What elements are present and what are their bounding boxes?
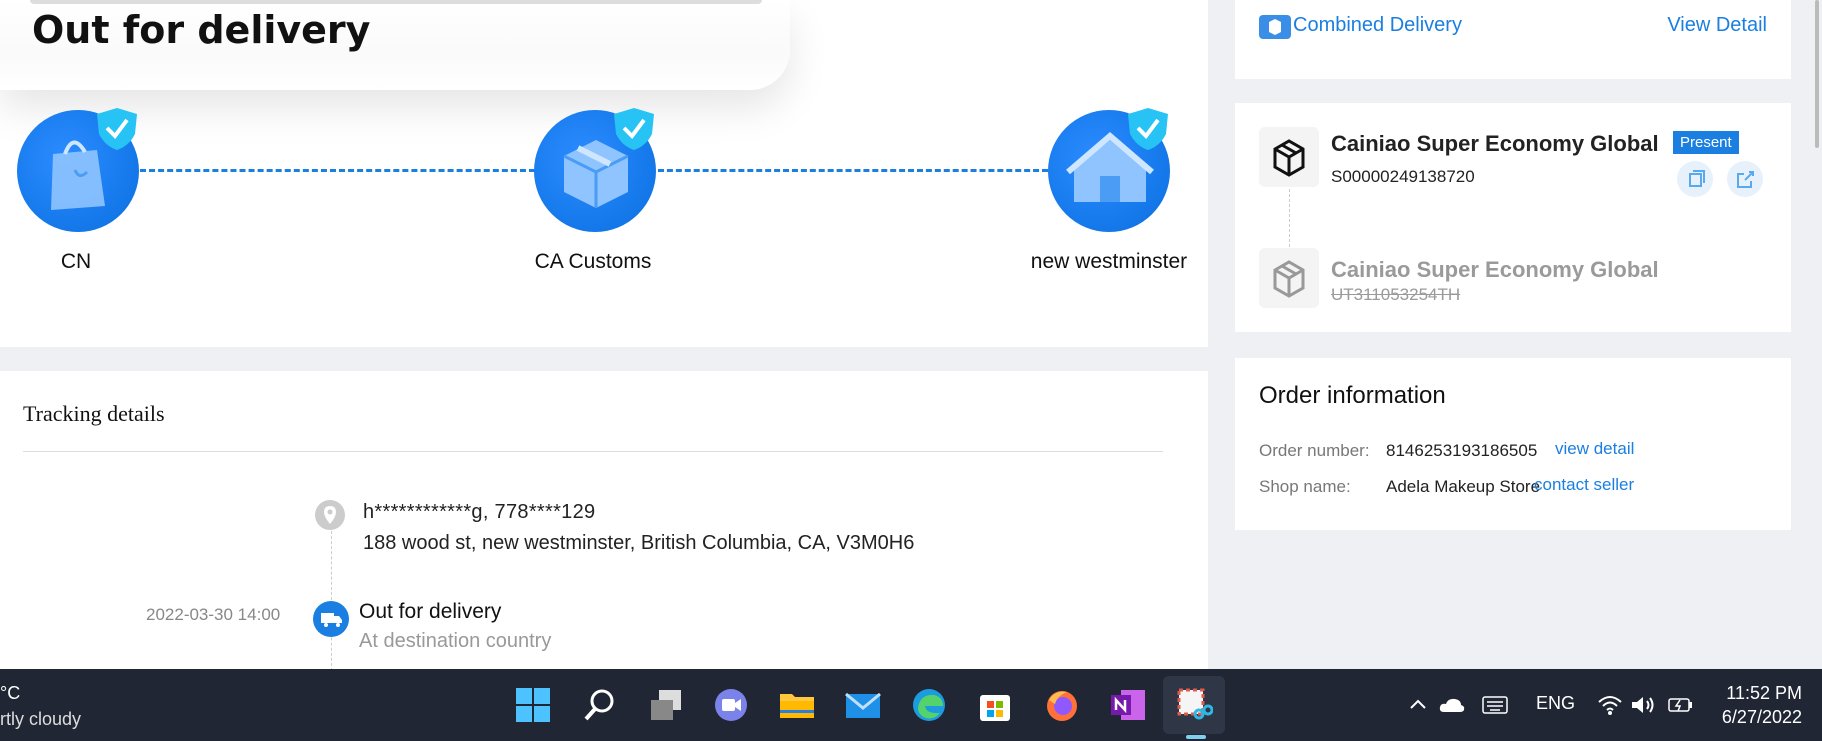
task-view-icon[interactable] <box>647 686 685 724</box>
truck-icon <box>313 601 349 637</box>
stage-label: new westminster <box>1030 250 1188 273</box>
combined-delivery-label[interactable]: Combined Delivery <box>1293 14 1462 37</box>
clock-date: 6/27/2022 <box>1721 707 1802 727</box>
shop-name-label: Shop name: <box>1259 477 1351 496</box>
weather-description[interactable]: rtly cloudy <box>0 709 81 730</box>
battery-charging-icon[interactable] <box>1668 696 1694 719</box>
onenote-icon[interactable] <box>1109 686 1147 724</box>
keyboard-icon[interactable] <box>1482 696 1508 719</box>
contact-seller-link[interactable]: contact seller <box>1534 475 1634 495</box>
verified-shield-icon <box>1128 108 1168 150</box>
package-icon <box>1259 248 1319 308</box>
shop-name[interactable]: Adela Makeup Store <box>1386 477 1540 497</box>
event-subtitle: At destination country <box>359 630 552 652</box>
taskbar: °C rtly cloudy ENG 11:52 PM 6/27/2022 <box>0 669 1822 741</box>
wifi-icon[interactable] <box>1597 694 1623 721</box>
event-time: 2022-03-30 14:00 <box>146 605 281 624</box>
recipient-contact: h************g, 778****129 <box>363 501 596 523</box>
verified-shield-icon <box>97 108 137 150</box>
carrier-connector <box>1289 189 1290 247</box>
tracking-number: UT311053254TH <box>1331 285 1461 304</box>
file-explorer-icon[interactable] <box>778 686 816 724</box>
tracking-details-card: Tracking details h************g, 778****… <box>0 371 1208 671</box>
stage-origin <box>17 106 143 232</box>
progress-connector <box>658 169 1048 172</box>
view-detail-link[interactable]: view detail <box>1555 439 1634 459</box>
event-title: Out for delivery <box>359 600 502 623</box>
open-external-icon[interactable] <box>1727 161 1763 197</box>
stage-label: CN <box>60 250 92 273</box>
carrier-card: Cainiao Super Economy Global S0000024913… <box>1235 103 1791 332</box>
microsoft-store-icon[interactable] <box>976 686 1014 724</box>
carrier-name: Cainiao Super Economy Global <box>1331 257 1659 282</box>
order-information-card: Order information Order number: 81462531… <box>1235 358 1791 530</box>
tracking-number: S00000249138720 <box>1331 167 1475 186</box>
system-clock[interactable]: 11:52 PM 6/27/2022 <box>1722 681 1802 729</box>
volume-icon[interactable] <box>1630 694 1656 721</box>
stage-destination <box>1048 106 1174 232</box>
teams-chat-icon[interactable] <box>712 686 750 724</box>
copy-icon[interactable] <box>1677 161 1713 197</box>
onedrive-cloud-icon[interactable] <box>1438 695 1466 720</box>
chevron-up-icon[interactable] <box>1408 694 1428 719</box>
combined-box-icon <box>1259 15 1291 39</box>
order-number-label: Order number: <box>1259 441 1370 460</box>
firefox-icon[interactable] <box>1043 686 1081 724</box>
snipping-tool-icon[interactable] <box>1175 686 1214 724</box>
status-banner: Out for delivery <box>0 0 790 90</box>
weather-temperature[interactable]: °C <box>0 683 20 704</box>
active-app-indicator <box>1186 735 1206 739</box>
start-icon[interactable] <box>514 686 552 724</box>
stage-customs <box>534 106 660 232</box>
status-title: Out for delivery <box>32 8 371 52</box>
mail-icon[interactable] <box>844 686 882 724</box>
order-number: 8146253193186505 <box>1386 441 1538 460</box>
present-badge: Present <box>1673 131 1739 154</box>
language-indicator[interactable]: ENG <box>1536 693 1575 714</box>
edge-browser-icon[interactable] <box>910 686 948 724</box>
search-icon[interactable] <box>581 686 619 724</box>
package-icon <box>1259 127 1319 187</box>
verified-shield-icon <box>614 108 654 150</box>
recipient-address: 188 wood st, new westminster, British Co… <box>363 532 915 554</box>
stage-label: CA Customs <box>534 250 652 273</box>
location-pin-icon <box>315 500 345 530</box>
banner-edge <box>30 0 762 4</box>
divider <box>23 451 1163 452</box>
view-detail-link[interactable]: View Detail <box>1667 14 1767 37</box>
shipment-progress-card: Out for delivery CN CA Customs new westm… <box>0 0 1208 347</box>
clock-time: 11:52 PM <box>1726 683 1802 703</box>
tracking-title: Tracking details <box>23 401 165 426</box>
carrier-name: Cainiao Super Economy Global <box>1331 131 1659 156</box>
combined-delivery-card: Combined Delivery View Detail <box>1235 0 1791 79</box>
scrollbar-thumb[interactable] <box>1815 0 1819 148</box>
order-title: Order information <box>1259 382 1446 409</box>
progress-connector <box>140 169 535 172</box>
